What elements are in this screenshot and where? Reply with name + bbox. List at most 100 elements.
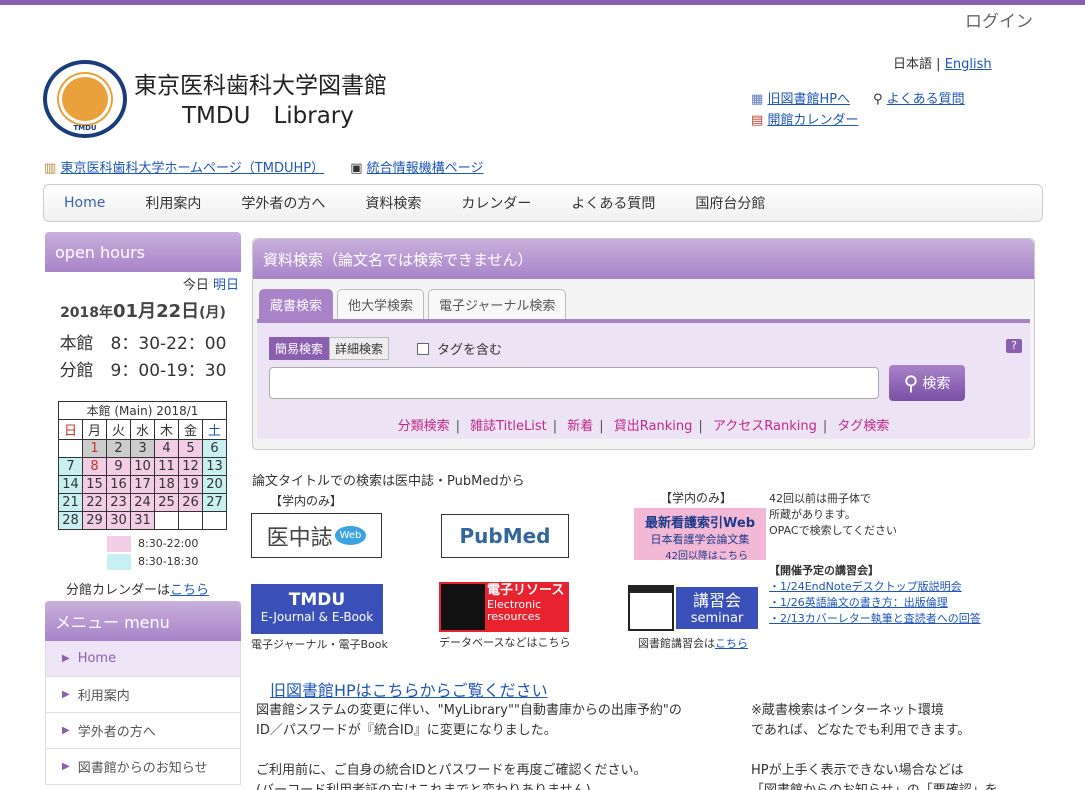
faq-link[interactable]: よくある質問 <box>887 92 965 107</box>
search-input[interactable] <box>269 367 879 399</box>
triangle-icon: ▶ <box>62 725 70 736</box>
cal-day: 18 <box>154 475 179 494</box>
nav-faq[interactable]: よくある質問 <box>571 193 655 213</box>
nursing-sub: 日本看護学会論文集 <box>650 533 750 546</box>
side-menu: メニュー menu ▶ Home ▶ 利用案内 ▶ 学外者の方へ ▶ 図書館からのお知ら… <box>45 601 241 785</box>
search-links: 分類検索 | 雑誌TitleList | 新着 | 貸出Ranking | アクセスRa… <box>397 419 890 434</box>
old-hp-link[interactable]: 旧図書館HPへ <box>767 92 850 107</box>
cal-day: 11 <box>154 457 179 476</box>
classify-search-link[interactable]: 分類検索 <box>398 419 450 434</box>
nav-konodai[interactable]: 国府台分館 <box>695 193 765 213</box>
cal-day <box>58 439 83 458</box>
calendar-table: 本館 (Main) 2018/1 日 月 火 水 木 金 土 1 2 3 4 5… <box>58 401 227 530</box>
help-icon[interactable]: ? <box>1006 339 1022 353</box>
tag-search-link[interactable]: タグ検索 <box>837 419 889 434</box>
seminar-list: 【開催予定の講習会】 ・1/24EndNoteデスクトップ版説明会 ・1/26英… <box>769 563 984 627</box>
nav-calendar[interactable]: カレンダー <box>461 193 531 213</box>
campus-only-label: 【学内のみ】 <box>270 494 343 508</box>
hours-year: 2018年 <box>60 305 114 321</box>
cal-day: 4 <box>154 439 179 458</box>
cal-day: 29 <box>82 511 107 530</box>
legend-pink-swatch <box>107 536 131 552</box>
seminar-banner[interactable]: 講習会 seminar <box>628 583 758 633</box>
info-p1: 図書館システムの変更に伴い、"MyLibrary""自動書庫からの出庫予約"の <box>256 703 682 718</box>
menu-home[interactable]: ▶ Home <box>45 641 241 677</box>
tag-checkbox[interactable] <box>417 342 429 355</box>
nav-guide[interactable]: 利用案内 <box>145 193 201 213</box>
tab-other-univ[interactable]: 他大学検索 <box>337 289 425 319</box>
menu-guide[interactable]: ▶ 利用案内 <box>45 677 241 713</box>
calendar-quicklink[interactable]: ▤ 開館カレンダー <box>751 109 858 128</box>
cal-day: 27 <box>202 493 227 512</box>
hours-dow: (月) <box>199 305 226 321</box>
seminar-item-2[interactable]: ・1/26英語論文の書き方：出版倫理 <box>769 596 948 609</box>
eresources-banner[interactable]: 電子リソース Electronic resources <box>439 582 569 632</box>
nursing-note-3: OPACで検索してください <box>769 524 897 537</box>
tab-ejournal[interactable]: 電子ジャーナル検索 <box>428 289 567 319</box>
seminar-caption-text: 図書館講習会は <box>638 637 715 650</box>
pubmed-banner[interactable]: PubMed <box>441 514 569 558</box>
cal-day: 21 <box>58 493 83 512</box>
loan-ranking-link[interactable]: 貸出Ranking <box>614 419 693 434</box>
tab-catalog[interactable]: 蔵書検索 <box>259 289 334 319</box>
search-button-label: 検索 <box>922 376 951 392</box>
branch-calendar-link[interactable]: こちら <box>170 583 209 598</box>
nav-outsiders[interactable]: 学外者の方へ <box>241 193 325 213</box>
cal-day: 10 <box>130 457 155 476</box>
search-panel: 資料検索（論文名では検索できません） 蔵書検索 他大学検索 電子ジャーナル検索 … <box>252 238 1035 450</box>
faq-quicklink[interactable]: ⚲ よくある質問 <box>873 88 965 107</box>
menu-outsiders[interactable]: ▶ 学外者の方へ <box>45 713 241 749</box>
triangle-icon: ▶ <box>62 761 70 772</box>
cal-day: 12 <box>178 457 203 476</box>
ichushi-web-label: Web <box>334 526 367 545</box>
simple-search-button[interactable]: 簡易検索 <box>269 337 330 360</box>
old-hp-quicklink[interactable]: ▦ 旧図書館HPへ <box>751 88 850 107</box>
nav-home[interactable]: Home <box>64 195 105 211</box>
cal-day: 22 <box>82 493 107 512</box>
tmdu-banner-title: TMDU <box>288 590 346 610</box>
info-right: ※蔵書検索はインターネット環境 であれば、どなたでも利用できます。 HPが上手く… <box>751 701 1051 790</box>
search-form: 簡易検索 詳細検索 タグを含む ? ⚲ 検索 分類検索 | 雑誌TitleList |… <box>257 319 1030 439</box>
legend-branch: 8:30-18:30 <box>138 555 199 568</box>
calendar-link[interactable]: 開館カレンダー <box>767 113 858 128</box>
seminar-caption: 図書館講習会はこちら <box>638 635 748 651</box>
cal-day: 7 <box>58 457 83 476</box>
lang-en-link[interactable]: English <box>945 57 992 72</box>
menu-label: 利用案内 <box>77 689 130 704</box>
hours-date: 01月22日 <box>113 301 200 322</box>
search-button[interactable]: ⚲ 検索 <box>889 365 965 401</box>
today-label[interactable]: 今日 <box>183 278 209 293</box>
detail-search-button[interactable]: 詳細検索 <box>329 337 390 360</box>
seminar-item-3[interactable]: ・2/13カバーレター執筆と査読者への回答 <box>769 612 981 625</box>
tmdu-caption: 電子ジャーナル・電子Book <box>251 638 388 651</box>
journal-title-list-link[interactable]: 雑誌TitleList <box>470 419 547 434</box>
login-link[interactable]: ログイン <box>965 7 1033 32</box>
tmdu-ejournal-banner[interactable]: TMDU E-Journal & E-Book <box>251 584 383 634</box>
seminar-item-1[interactable]: ・1/24EndNoteデスクトップ版説明会 <box>769 580 962 593</box>
lang-sep: | <box>936 57 941 72</box>
tmduhp-link[interactable]: 東京医科歯科大学ホームページ（TMDUHP） <box>60 161 324 176</box>
tmdu-banner-sub: E-Journal & E-Book <box>260 610 374 624</box>
cal-day: 6 <box>202 439 227 458</box>
cal-day: 3 <box>130 439 155 458</box>
tomorrow-link[interactable]: 明日 <box>213 278 239 293</box>
menu-label: Home <box>77 651 117 666</box>
university-logo[interactable]: TMDU <box>43 60 127 138</box>
access-ranking-link[interactable]: アクセスRanking <box>713 419 817 434</box>
language-switch: 日本語 | English <box>893 53 992 72</box>
old-hp-big-link[interactable]: 旧図書館HPはこちらからご覧ください <box>270 677 548 701</box>
nursing-sub2: 42回以降はこちら <box>665 551 748 562</box>
site-title-jp: 東京医科歯科大学図書館 <box>134 73 387 99</box>
lang-ja[interactable]: 日本語 <box>893 57 932 72</box>
info-r1: ※蔵書検索はインターネット環境 <box>751 703 944 718</box>
ichushi-banner[interactable]: 医中誌 Web <box>251 513 382 558</box>
seminar-link[interactable]: こちら <box>715 637 748 650</box>
menu-news[interactable]: ▶ 図書館からのお知らせ <box>45 749 241 785</box>
new-arrivals-link[interactable]: 新着 <box>567 419 593 434</box>
top-accent-bar <box>0 0 1085 5</box>
open-hours-title: open hours <box>45 232 241 272</box>
nursing-index-banner[interactable]: 最新看護索引Web 日本看護学会論文集 42回以降はこちら <box>634 508 766 562</box>
itpage-link[interactable]: 統合情報機構ページ <box>367 161 484 176</box>
eres-sub2: resources <box>487 610 541 623</box>
nav-search[interactable]: 資料検索 <box>365 193 421 213</box>
